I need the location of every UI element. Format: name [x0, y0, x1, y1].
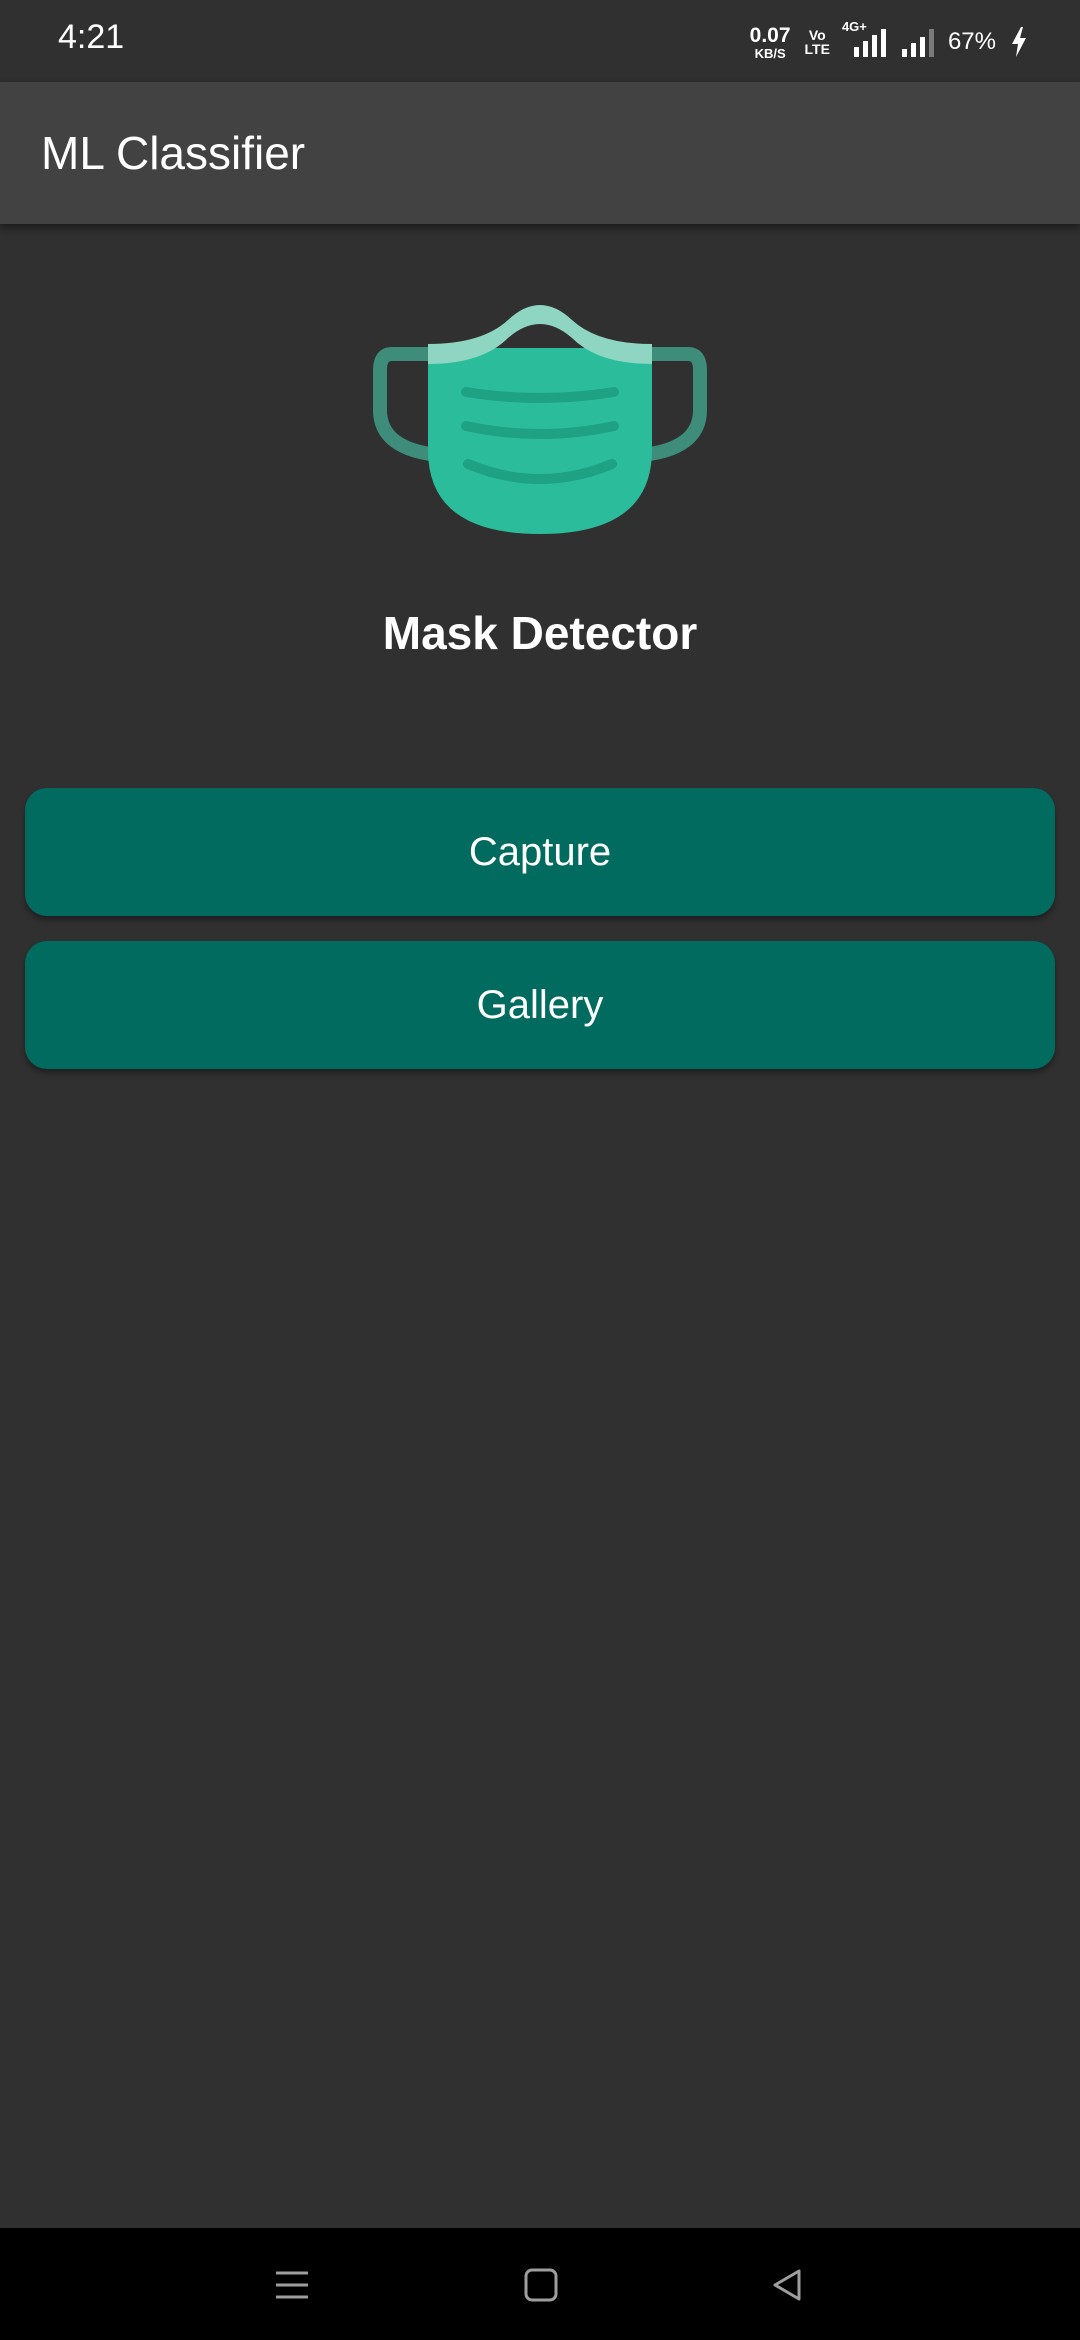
volte-top-label: Vo	[808, 27, 826, 43]
charging-bolt-icon	[1012, 27, 1026, 57]
network-type-label: 4G+	[841, 19, 867, 34]
status-icons: 0.07 KB/S Vo LTE 4G+ 67%	[750, 19, 1028, 64]
app-bar: ML Classifier	[0, 82, 1080, 224]
gallery-button[interactable]: Gallery	[25, 941, 1055, 1069]
capture-button-label: Capture	[468, 829, 612, 874]
face-mask-icon	[373, 305, 707, 534]
capture-button[interactable]: Capture	[25, 788, 1055, 916]
volte-icon: Vo LTE	[805, 28, 830, 56]
battery-percent: 67%	[947, 28, 996, 55]
signal-4g-icon: 4G+	[842, 19, 888, 57]
volte-bottom-label: LTE	[804, 41, 830, 57]
menu-icon[interactable]	[257, 2250, 327, 2320]
status-bar: 4:21 0.07 KB/S Vo LTE 4G+ 67%	[0, 0, 1080, 82]
network-speed-value: 0.07	[749, 23, 791, 47]
gallery-button-label: Gallery	[476, 982, 604, 1027]
back-icon[interactable]	[752, 2250, 822, 2320]
network-speed-unit: KB/S	[754, 45, 786, 61]
app-title: ML Classifier	[41, 127, 306, 179]
network-speed: 0.07 KB/S	[750, 25, 791, 60]
status-time: 4:21	[58, 18, 125, 56]
signal-icon	[901, 27, 934, 57]
page-title: Mask Detector	[382, 607, 698, 659]
home-icon[interactable]	[506, 2250, 576, 2320]
system-nav-bar	[0, 2228, 1080, 2340]
